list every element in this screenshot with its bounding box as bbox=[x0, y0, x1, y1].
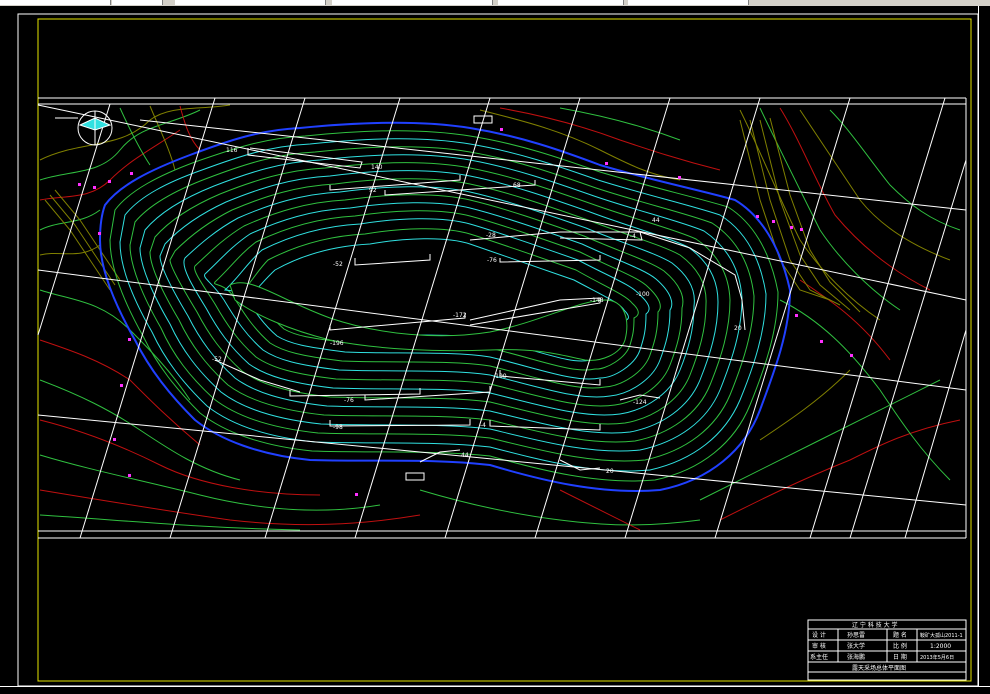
label-neg196: -196 bbox=[330, 340, 344, 347]
label-116: 116 bbox=[226, 147, 238, 154]
title-r3c3: 日 期 bbox=[893, 653, 907, 661]
pit-outline bbox=[98, 121, 792, 492]
title-r2c4: 1:2000 bbox=[930, 643, 951, 650]
label-neg52-lower: -52 bbox=[212, 356, 222, 363]
pit-contours bbox=[109, 130, 779, 482]
label-neg124: -124 bbox=[633, 399, 647, 406]
label-neg4-lower: -4 bbox=[480, 422, 486, 429]
vertical-scrollbar[interactable] bbox=[978, 6, 990, 686]
label-neg100-lower: -100 bbox=[493, 373, 507, 380]
label-20-lower: 20 bbox=[606, 468, 614, 475]
toolbar-field-1[interactable] bbox=[0, 0, 111, 5]
title-university: 辽 宁 科 技 大 学 bbox=[852, 621, 898, 629]
label-neg4: -4 bbox=[630, 233, 636, 240]
label-neg52: -52 bbox=[333, 261, 343, 268]
toolbar-field-6[interactable] bbox=[628, 0, 749, 5]
label-92: 92 bbox=[369, 187, 377, 194]
label-neg76: -76 bbox=[487, 257, 497, 264]
toolbar-field-2[interactable] bbox=[112, 0, 163, 5]
label-neg100: -100 bbox=[636, 291, 650, 298]
title-r2c3: 比 例 bbox=[893, 642, 907, 650]
label-44: 44 bbox=[652, 217, 660, 224]
title-r1c2: 孙思雷 bbox=[847, 631, 865, 639]
toolbar-field-5[interactable] bbox=[498, 0, 624, 5]
toolbar-field-3[interactable] bbox=[175, 0, 326, 5]
title-r3c2: 张海鹏 bbox=[847, 653, 865, 661]
title-r3c4: 2013年5月6日 bbox=[920, 654, 954, 661]
label-neg148: -148 bbox=[590, 297, 604, 304]
title-footer: 露天采场总体平面图 bbox=[852, 664, 906, 672]
title-r3c1: 系主任 bbox=[810, 653, 828, 661]
toolbar-field-4[interactable] bbox=[332, 0, 493, 5]
label-44-lower: 44 bbox=[461, 452, 469, 459]
map-frame-lines bbox=[38, 97, 967, 539]
title-r1c4: 鞍矿大孤山2011-1 bbox=[920, 632, 963, 639]
title-r1c3: 题 名 bbox=[893, 631, 907, 639]
north-arrow-icon bbox=[55, 110, 113, 146]
title-r1c1: 设 计 bbox=[812, 631, 826, 639]
coordinate-grid bbox=[37, 97, 967, 539]
label-neg28: -28 bbox=[486, 232, 496, 239]
label-neg172: -172 bbox=[453, 312, 467, 319]
label-140: 140 bbox=[371, 164, 383, 171]
label-20: 20 bbox=[734, 325, 742, 332]
title-block: 辽 宁 科 技 大 学 设 计 孙思雷 题 名 鞍矿大孤山2011-1 审 核 … bbox=[807, 619, 967, 681]
label-neg98: -98 bbox=[333, 424, 343, 431]
title-r2c1: 审 核 bbox=[812, 642, 826, 650]
label-68: 68 bbox=[513, 182, 521, 189]
label-neg76-lower: -76 bbox=[344, 397, 354, 404]
title-r2c2: 张大学 bbox=[847, 642, 865, 650]
cad-drawing-viewport[interactable]: 116 140 92 68 44 -4 -28 -52 -76 -100 -14… bbox=[0, 6, 990, 693]
